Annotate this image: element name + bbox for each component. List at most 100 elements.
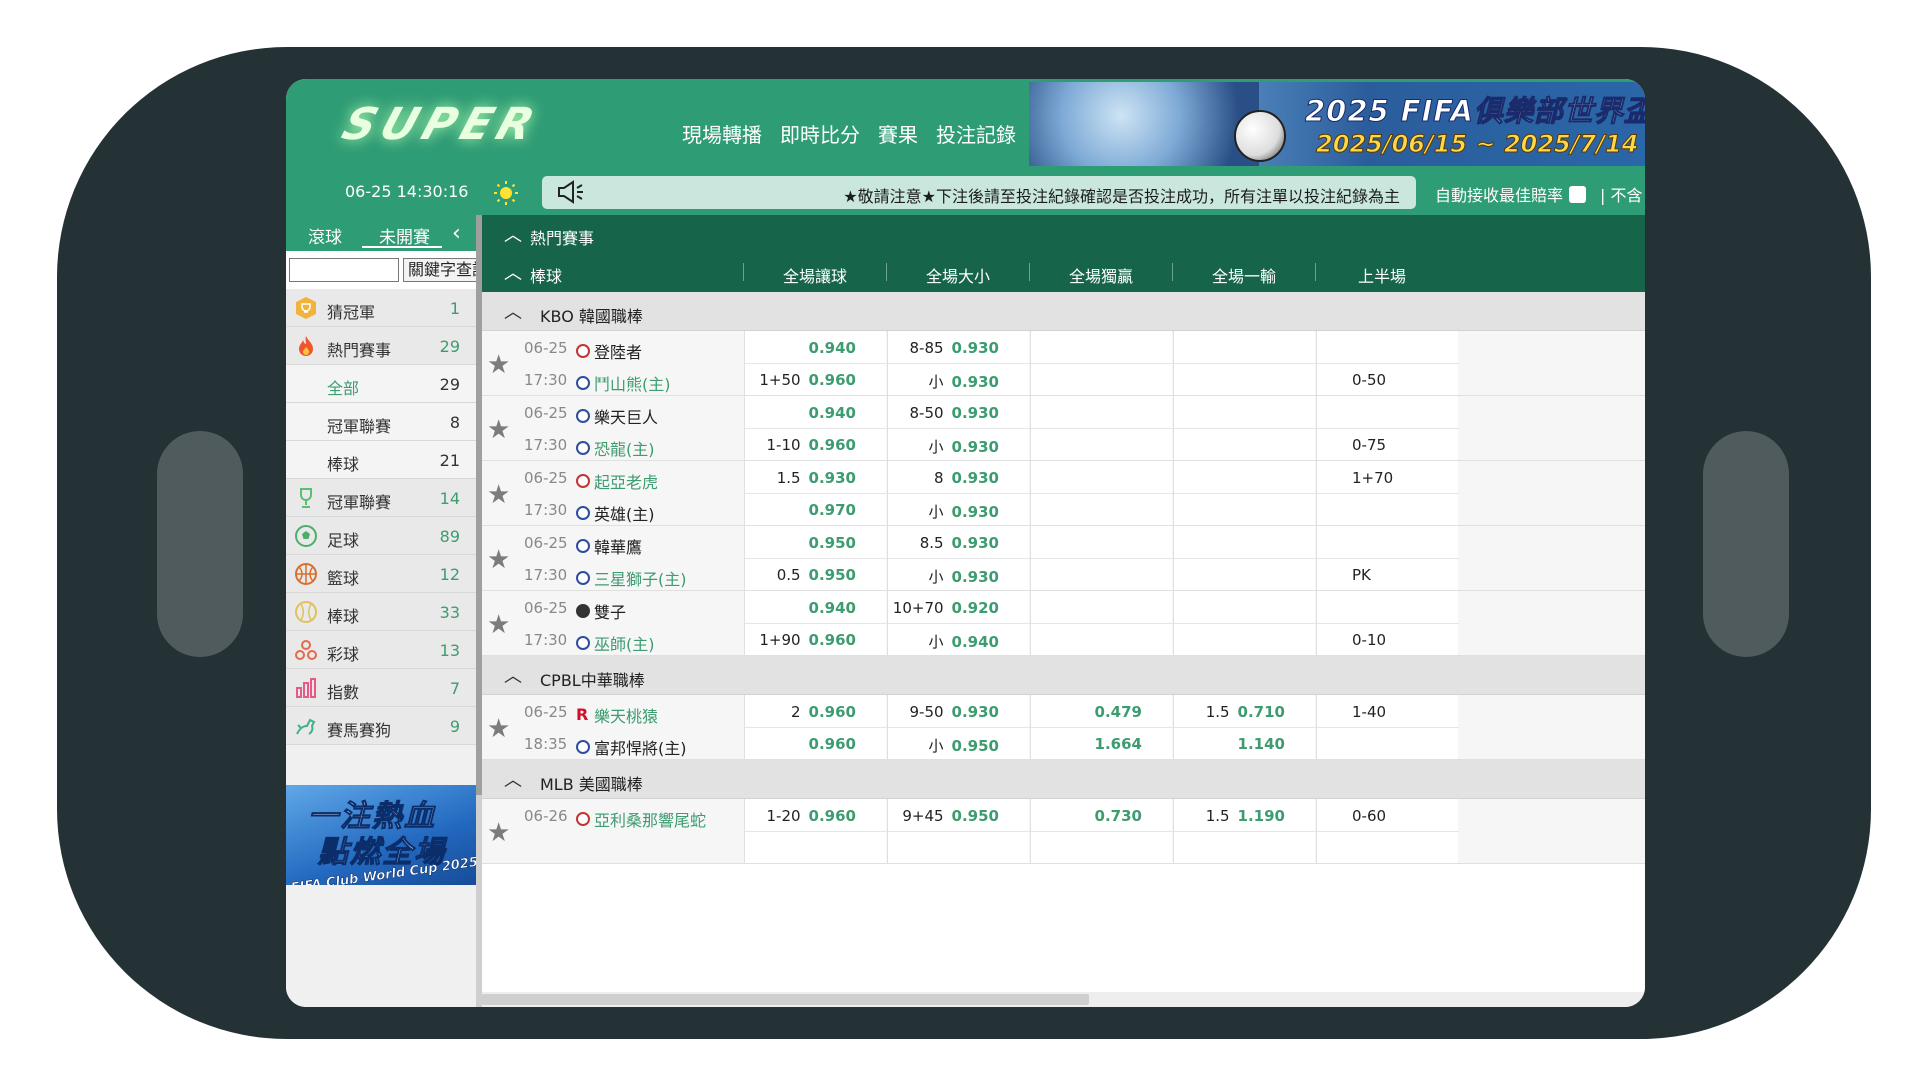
super-logo[interactable]: SUPER xyxy=(316,95,565,155)
away-team[interactable]: 起亞老虎 xyxy=(576,469,658,493)
odds-hcap[interactable]: 0.940 xyxy=(801,339,856,357)
keyword-search: 關鍵字查詢 xyxy=(286,251,483,289)
nav-live-stream[interactable]: 現場轉播 xyxy=(679,119,765,148)
favorite-star-icon[interactable]: ★ xyxy=(487,350,510,380)
favorite-star-icon[interactable]: ★ xyxy=(487,818,510,848)
odds-hcap[interactable]: 1-10 0.960 xyxy=(767,436,857,454)
horizontal-scrollbar-thumb[interactable] xyxy=(482,994,1089,1005)
odds-hcap[interactable]: 1+50 0.960 xyxy=(759,371,856,389)
sidebar-item-soccer[interactable]: 足球 89 xyxy=(286,517,478,555)
odds-hcap[interactable]: 1.5 0.930 xyxy=(777,469,856,487)
home-team[interactable]: 三星獅子(主) xyxy=(576,566,687,590)
sidebar-item-lottery[interactable]: 彩球 13 xyxy=(286,631,478,669)
nav-results[interactable]: 賽果 xyxy=(875,119,921,148)
odds-price: 0.960 xyxy=(808,807,856,825)
home-team[interactable]: 富邦悍將(主) xyxy=(576,735,687,759)
tab-upcoming[interactable]: 未開賽 xyxy=(379,223,430,248)
away-team[interactable]: 韓華鷹 xyxy=(576,534,642,558)
odds-ou[interactable]: 小 0.950 xyxy=(929,735,999,756)
auto-rate-checkbox[interactable] xyxy=(1569,185,1587,203)
keyword-search-button[interactable]: 關鍵字查詢 xyxy=(403,258,483,282)
odds-first-half[interactable]: 0-10 xyxy=(1352,631,1386,649)
odds-hcap[interactable]: 0.5 0.950 xyxy=(777,566,856,584)
keyword-search-input[interactable] xyxy=(289,258,399,282)
odds-hcap[interactable]: 1+90 0.960 xyxy=(759,631,856,649)
odds-hcap[interactable]: 0.960 xyxy=(801,735,856,753)
main-nav: 現場轉播 即時比分 賽果 投注記錄 xyxy=(679,119,1019,148)
odds-rl[interactable]: 1.5 1.190 xyxy=(1206,807,1285,825)
odds-first-half[interactable]: 1+70 xyxy=(1352,469,1393,487)
odds-hcap[interactable]: 0.940 xyxy=(801,404,856,422)
chevron-up-icon[interactable]: ︿ xyxy=(504,259,522,285)
nav-live-score[interactable]: 即時比分 xyxy=(777,119,863,148)
favorite-star-icon[interactable]: ★ xyxy=(487,480,510,510)
odds-ou[interactable]: 8 0.930 xyxy=(934,469,999,487)
home-team[interactable]: 巫師(主) xyxy=(576,631,655,655)
odds-rl[interactable]: 1.140 xyxy=(1230,735,1285,753)
home-team[interactable]: 英雄(主) xyxy=(576,501,655,525)
sidebar-item-basketball[interactable]: 籃球 12 xyxy=(286,555,478,593)
odds-first-half[interactable]: 0-50 xyxy=(1352,371,1386,389)
chevron-up-icon[interactable]: ︿ xyxy=(504,766,522,792)
favorite-star-icon[interactable]: ★ xyxy=(487,415,510,445)
chevron-up-icon[interactable]: ︿ xyxy=(504,298,522,324)
odds-ou[interactable]: 小 0.930 xyxy=(929,371,999,392)
away-team[interactable]: 亞利桑那響尾蛇 xyxy=(576,807,706,831)
odds-ou[interactable]: 9-50 0.930 xyxy=(910,703,1000,721)
favorite-star-icon[interactable]: ★ xyxy=(487,714,510,744)
sidebar-item-outright[interactable]: 猜冠軍 1 xyxy=(286,289,478,327)
fifa-banner[interactable]: 2025 FIFA俱樂部世界盃 2025/06/15 ~ 2025/7/14 xyxy=(1029,82,1645,166)
odds-ou[interactable]: 8-50 0.930 xyxy=(910,404,1000,422)
sidebar-item-champions-league[interactable]: 冠軍聯賽 14 xyxy=(286,479,478,517)
sidebar-item-index[interactable]: 指數 7 xyxy=(286,669,478,707)
odds-rl[interactable]: 1.5 0.710 xyxy=(1206,703,1285,721)
odds-ou[interactable]: 9+45 0.950 xyxy=(902,807,999,825)
home-team[interactable]: 恐龍(主) xyxy=(576,436,655,460)
chevron-up-icon[interactable]: ︿ xyxy=(504,662,522,688)
league-header[interactable]: ︿ MLB 美國職棒 xyxy=(482,760,1645,799)
odds-ou[interactable]: 8.5 0.930 xyxy=(920,534,999,552)
odds-hcap[interactable]: 1-20 0.960 xyxy=(767,807,857,825)
away-team[interactable]: R 樂天桃猿 xyxy=(576,703,658,727)
odds-first-half[interactable]: PK xyxy=(1352,566,1371,584)
promo-banner[interactable]: 一注熱血 點燃全場 FIFA Club World Cup 2025™ xyxy=(286,785,478,885)
odds-ml[interactable]: 1.664 xyxy=(1087,735,1142,753)
league-header[interactable]: ︿ CPBL中華職棒 xyxy=(482,656,1645,695)
favorite-star-icon[interactable]: ★ xyxy=(487,610,510,640)
away-team[interactable]: 樂天巨人 xyxy=(576,404,658,428)
odds-ou[interactable]: 10+70 0.920 xyxy=(893,599,999,617)
nav-bet-records[interactable]: 投注記錄 xyxy=(933,119,1019,148)
away-team[interactable]: 登陸者 xyxy=(576,339,642,363)
home-team[interactable]: 鬥山熊(主) xyxy=(576,371,671,395)
auto-rate-more-label[interactable]: | 不含 xyxy=(1600,182,1642,206)
sidebar-subitem-all[interactable]: 全部 29 xyxy=(286,365,478,403)
tab-live[interactable]: 滾球 xyxy=(308,223,342,248)
sidebar-item-baseball[interactable]: 棒球 33 xyxy=(286,593,478,631)
chevron-left-icon[interactable]: ‹ xyxy=(452,221,461,246)
team-logo-icon xyxy=(576,604,590,618)
horizontal-scrollbar[interactable] xyxy=(482,992,1645,1007)
sidebar-item-horse-racing[interactable]: 賽馬賽狗 9 xyxy=(286,707,478,745)
league-header[interactable]: ︿ KBO 韓國職棒 xyxy=(482,292,1645,331)
odds-ou[interactable]: 小 0.930 xyxy=(929,501,999,522)
odds-hcap[interactable]: 0.970 xyxy=(801,501,856,519)
odds-first-half[interactable]: 0-75 xyxy=(1352,436,1386,454)
odds-ou[interactable]: 小 0.930 xyxy=(929,436,999,457)
odds-ml[interactable]: 0.730 xyxy=(1087,807,1142,825)
favorite-star-icon[interactable]: ★ xyxy=(487,545,510,575)
sidebar-subitem-baseball[interactable]: 棒球 21 xyxy=(286,441,478,479)
odds-first-half[interactable]: 1-40 xyxy=(1352,703,1386,721)
sidebar-subitem-champions[interactable]: 冠軍聯賽 8 xyxy=(286,403,478,441)
odds-hcap[interactable]: 2 0.960 xyxy=(791,703,856,721)
odds-hcap[interactable]: 0.950 xyxy=(801,534,856,552)
hot-events-header[interactable]: ︿ 熱門賽事 xyxy=(482,215,1645,253)
odds-first-half[interactable]: 0-60 xyxy=(1352,807,1386,825)
odds-ou[interactable]: 小 0.930 xyxy=(929,566,999,587)
sidebar-item-hot[interactable]: 熱門賽事 29 xyxy=(286,327,478,365)
chevron-up-icon[interactable]: ︿ xyxy=(504,221,522,247)
odds-ou[interactable]: 8-85 0.930 xyxy=(910,339,1000,357)
odds-ml[interactable]: 0.479 xyxy=(1087,703,1142,721)
away-team[interactable]: 雙子 xyxy=(576,599,626,623)
odds-ou[interactable]: 小 0.940 xyxy=(929,631,999,652)
odds-hcap[interactable]: 0.940 xyxy=(801,599,856,617)
